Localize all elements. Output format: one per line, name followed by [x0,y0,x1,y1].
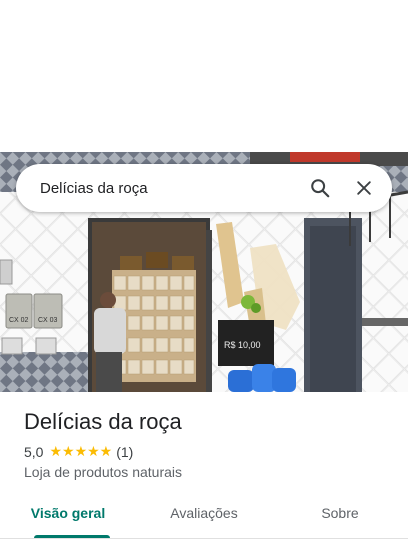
meter-label-2: CX 03 [38,317,58,324]
rating-row[interactable]: 5,0 ★★★★★ (1) [24,443,384,460]
search-icon[interactable] [298,166,342,210]
search-query[interactable]: Delícias da roça [40,180,298,197]
place-title: Delícias da roça [24,409,182,434]
meter-label-1: CX 02 [9,317,29,324]
tab-reviews[interactable]: Avaliações [136,494,272,538]
place-tabs: Visão geral Avaliações Sobre [0,494,408,538]
star-icon: ★★★★★ [49,443,113,459]
chalkboard-price: R$ 10,00 [224,340,261,350]
tab-about[interactable]: Sobre [272,494,408,538]
close-icon[interactable] [342,166,386,210]
tab-overview[interactable]: Visão geral [0,494,136,538]
tabs-divider [0,538,408,539]
place-category[interactable]: Loja de produtos naturais [24,464,384,480]
rating-value: 5,0 [24,443,44,460]
place-info: Delícias da roça 5,0 ★★★★★ (1) Loja de p… [24,408,384,480]
review-count[interactable]: (1) [116,444,133,460]
search-bar[interactable]: Delícias da roça [16,164,392,212]
